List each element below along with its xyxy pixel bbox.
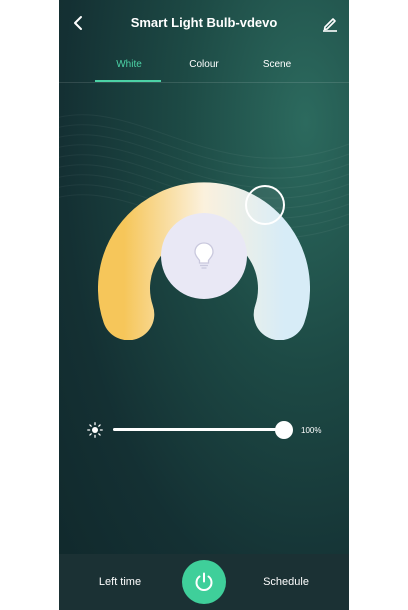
mode-tabs: White Colour Scene: [59, 50, 349, 83]
device-title: Smart Light Bulb-vdevo: [130, 15, 278, 30]
app-screen: Smart Light Bulb-vdevo White Colour Scen…: [59, 0, 349, 610]
temperature-knob[interactable]: [245, 185, 285, 225]
tab-white[interactable]: White: [116, 59, 142, 70]
bulb-toggle-button[interactable]: [161, 213, 247, 299]
left-time-button[interactable]: Left time: [99, 576, 141, 588]
slider-fill: [113, 428, 284, 431]
chevron-left-icon: [74, 16, 82, 30]
power-button[interactable]: [182, 560, 226, 604]
tab-colour[interactable]: Colour: [189, 59, 218, 70]
back-button[interactable]: [65, 10, 91, 36]
power-icon: [195, 572, 213, 591]
top-bar: Smart Light Bulb-vdevo: [59, 0, 349, 48]
schedule-button[interactable]: Schedule: [263, 576, 309, 588]
bottom-bar: Left time Schedule: [59, 554, 349, 610]
lightbulb-icon: [194, 242, 214, 269]
slider-thumb[interactable]: [275, 421, 293, 439]
sun-icon: [87, 422, 103, 438]
brightness-slider[interactable]: [113, 420, 293, 440]
edit-button[interactable]: [317, 10, 343, 36]
active-tab-indicator: [95, 80, 161, 82]
brightness-value: 100%: [301, 426, 322, 435]
pencil-icon: [323, 18, 337, 32]
tab-scene[interactable]: Scene: [263, 59, 291, 70]
